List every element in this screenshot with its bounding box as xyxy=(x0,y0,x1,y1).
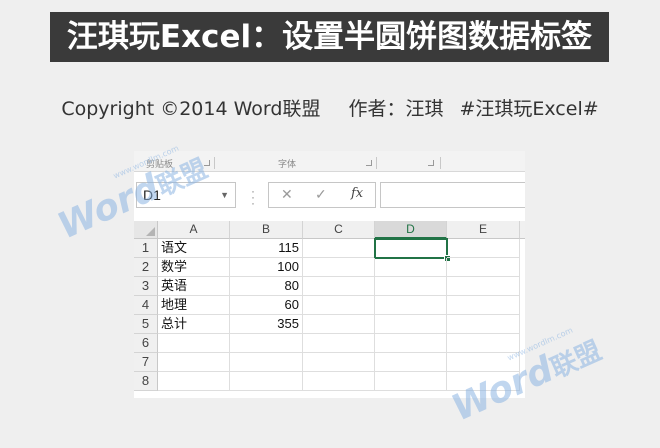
column-header-d[interactable]: D xyxy=(375,221,447,239)
cell-d4[interactable] xyxy=(375,296,447,315)
drag-handle-icon[interactable]: · · · xyxy=(251,185,255,209)
cell-b8[interactable] xyxy=(230,372,303,391)
row-header[interactable]: 2 xyxy=(134,258,158,277)
cell-d8[interactable] xyxy=(375,372,447,391)
cell-a4[interactable]: 地理 xyxy=(158,296,230,315)
enter-icon[interactable]: ✓ xyxy=(315,186,327,203)
credit-line: Copyright ©2014 Word联盟 作者：汪琪 #汪琪玩Excel# xyxy=(0,94,660,121)
select-all-icon xyxy=(146,227,155,236)
ribbon-separator xyxy=(440,157,441,169)
cell-e2[interactable] xyxy=(447,258,520,277)
column-header-e[interactable]: E xyxy=(447,221,520,239)
watermark-cn: 联盟 xyxy=(546,335,607,385)
copyright-text: Copyright ©2014 Word联盟 xyxy=(61,98,321,120)
cell-e6[interactable] xyxy=(447,334,520,353)
cell-c4[interactable] xyxy=(303,296,375,315)
column-header-c[interactable]: C xyxy=(303,221,375,239)
page-title-banner: 汪琪玩Excel：设置半圆饼图数据标签 xyxy=(50,12,609,62)
column-header-a[interactable]: A xyxy=(158,221,230,239)
cell-e5[interactable] xyxy=(447,315,520,334)
cell-b4[interactable]: 60 xyxy=(230,296,303,315)
cell-c5[interactable] xyxy=(303,315,375,334)
page-title: 汪琪玩Excel：设置半圆饼图数据标签 xyxy=(66,19,593,55)
cell-a8[interactable] xyxy=(158,372,230,391)
cell-d7[interactable] xyxy=(375,353,447,372)
cell-b7[interactable] xyxy=(230,353,303,372)
cell-e4[interactable] xyxy=(447,296,520,315)
row-header[interactable]: 4 xyxy=(134,296,158,315)
ribbon-separator xyxy=(376,157,377,169)
cell-b1[interactable]: 115 xyxy=(230,239,303,258)
hashtag-text: #汪琪玩Excel# xyxy=(459,98,599,120)
cell-d5[interactable] xyxy=(375,315,447,334)
row-header[interactable]: 1 xyxy=(134,239,158,258)
column-header-b[interactable]: B xyxy=(230,221,303,239)
column-header-f[interactable] xyxy=(520,221,525,239)
row-header[interactable]: 5 xyxy=(134,315,158,334)
cell-b3[interactable]: 80 xyxy=(230,277,303,296)
row-header[interactable]: 8 xyxy=(134,372,158,391)
row-header[interactable]: 6 xyxy=(134,334,158,353)
cell-e3[interactable] xyxy=(447,277,520,296)
ribbon-separator xyxy=(214,157,215,169)
select-all-button[interactable] xyxy=(134,221,158,239)
cell-c1[interactable] xyxy=(303,239,375,258)
cell-a1[interactable]: 语文 xyxy=(158,239,230,258)
cell-c3[interactable] xyxy=(303,277,375,296)
cell-b5[interactable]: 355 xyxy=(230,315,303,334)
cell-e1[interactable] xyxy=(447,239,520,258)
cell-a2[interactable]: 数学 xyxy=(158,258,230,277)
cell-d3[interactable] xyxy=(375,277,447,296)
cell-a7[interactable] xyxy=(158,353,230,372)
cancel-icon[interactable]: ✕ xyxy=(281,186,293,203)
cell-c7[interactable] xyxy=(303,353,375,372)
ribbon-group-font: 字体 xyxy=(278,159,297,169)
author-text: 作者：汪琪 xyxy=(348,98,444,120)
dialog-launcher-icon[interactable] xyxy=(366,160,372,166)
cell-d6[interactable] xyxy=(375,334,447,353)
cell-a6[interactable] xyxy=(158,334,230,353)
row-header[interactable]: 7 xyxy=(134,353,158,372)
cell-b2[interactable]: 100 xyxy=(230,258,303,277)
chevron-down-icon[interactable]: ▼ xyxy=(220,183,229,207)
cell-c8[interactable] xyxy=(303,372,375,391)
cell-c6[interactable] xyxy=(303,334,375,353)
cell-d2[interactable] xyxy=(375,258,447,277)
formula-buttons: ✕ ✓ fx xyxy=(268,182,376,208)
cell-a3[interactable]: 英语 xyxy=(158,277,230,296)
row-header[interactable]: 3 xyxy=(134,277,158,296)
cell-c2[interactable] xyxy=(303,258,375,277)
insert-function-icon[interactable]: fx xyxy=(351,186,363,201)
cell-b6[interactable] xyxy=(230,334,303,353)
active-cell-d1[interactable] xyxy=(374,238,448,259)
formula-input[interactable] xyxy=(380,182,525,208)
cell-a5[interactable]: 总计 xyxy=(158,315,230,334)
dialog-launcher-icon[interactable] xyxy=(428,160,434,166)
